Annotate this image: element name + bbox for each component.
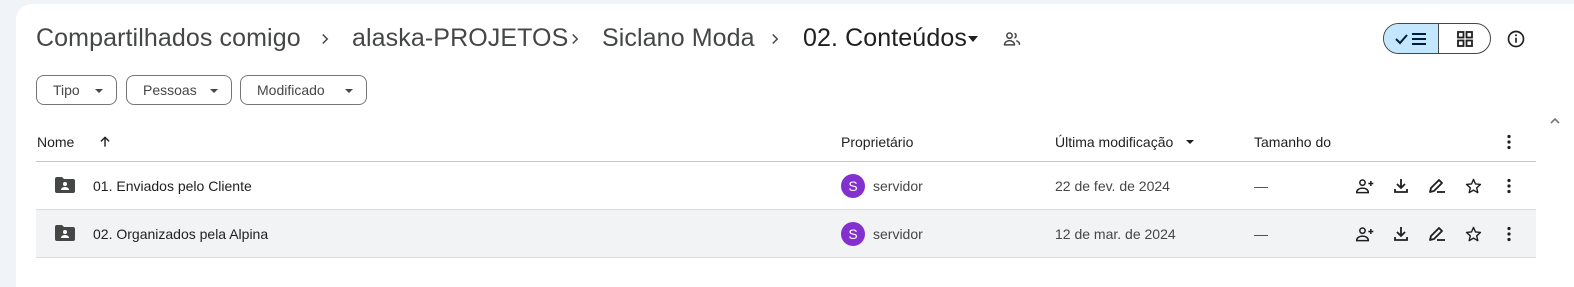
file-size: — [1254, 226, 1268, 242]
rename-button[interactable] [1425, 174, 1449, 198]
caret-down-icon[interactable] [1185, 139, 1195, 145]
filter-people-chip[interactable]: Pessoas [126, 75, 232, 105]
caret-down-icon[interactable] [966, 34, 980, 44]
edit-pencil-icon [1429, 179, 1445, 193]
share-button[interactable] [1353, 174, 1377, 198]
share-button[interactable] [1353, 222, 1377, 246]
caret-down-icon [95, 89, 103, 93]
column-header-owner[interactable]: Proprietário [841, 134, 913, 150]
more-vert-icon [1507, 226, 1511, 242]
table-row[interactable]: 01. Enviados pelo Cliente S servidor 22 … [36, 162, 1536, 210]
download-icon [1394, 179, 1408, 193]
grid-view-button[interactable] [1439, 24, 1490, 53]
file-name[interactable]: 01. Enviados pelo Cliente [93, 178, 252, 194]
column-header-size[interactable]: Tamanho do [1254, 134, 1331, 150]
chevron-right-icon [572, 33, 579, 45]
arrow-up-icon[interactable] [98, 135, 112, 149]
info-icon[interactable] [1506, 29, 1526, 49]
file-name[interactable]: 02. Organizados pela Alpina [93, 226, 268, 242]
file-size: — [1254, 178, 1268, 194]
caret-down-icon [345, 89, 353, 93]
rename-button[interactable] [1425, 222, 1449, 246]
more-actions-button[interactable] [1497, 174, 1521, 198]
edit-pencil-icon [1429, 227, 1445, 241]
breadcrumb-item-client[interactable]: Siclano Moda [602, 24, 755, 53]
shared-people-icon[interactable] [1002, 29, 1022, 49]
owner-name: servidor [873, 226, 923, 242]
download-button[interactable] [1389, 222, 1413, 246]
more-vert-icon [1507, 178, 1511, 194]
column-header-name[interactable]: Nome [37, 134, 74, 150]
modified-date: 12 de mar. de 2024 [1055, 226, 1176, 242]
shared-folder-icon [55, 177, 75, 193]
person-add-icon [1355, 227, 1374, 242]
more-vert-icon[interactable] [1502, 134, 1516, 150]
filter-modified-chip[interactable]: Modificado [240, 75, 367, 105]
download-icon [1394, 227, 1408, 241]
avatar[interactable]: S [841, 174, 865, 198]
modified-date: 22 de fev. de 2024 [1055, 178, 1170, 194]
list-view-button[interactable] [1384, 24, 1439, 53]
column-header-modified[interactable]: Última modificação [1055, 134, 1173, 150]
more-actions-button[interactable] [1497, 222, 1521, 246]
check-list-icon [1395, 32, 1426, 45]
view-toggle [1383, 23, 1491, 54]
scroll-up-icon[interactable] [1549, 117, 1561, 125]
filter-modified-label: Modificado [257, 82, 325, 98]
filter-type-chip[interactable]: Tipo [36, 75, 117, 105]
filter-type-label: Tipo [53, 82, 80, 98]
owner-name: servidor [873, 178, 923, 194]
filter-people-label: Pessoas [143, 82, 197, 98]
shared-folder-icon [55, 225, 75, 241]
avatar[interactable]: S [841, 222, 865, 246]
grid-icon [1457, 30, 1473, 47]
chevron-right-icon [322, 33, 329, 45]
person-add-icon [1355, 179, 1374, 194]
breadcrumb-item-project[interactable]: alaska-PROJETOS [352, 24, 568, 53]
chevron-right-icon [772, 33, 779, 45]
table-row[interactable]: 02. Organizados pela Alpina S servidor 1… [36, 210, 1536, 258]
star-button[interactable] [1461, 222, 1485, 246]
star-icon [1465, 178, 1481, 194]
breadcrumb-item-shared[interactable]: Compartilhados comigo [36, 24, 301, 53]
breadcrumb-current-folder[interactable]: 02. Conteúdos [803, 24, 967, 53]
download-button[interactable] [1389, 174, 1413, 198]
caret-down-icon [210, 89, 218, 93]
star-icon [1465, 226, 1481, 242]
star-button[interactable] [1461, 174, 1485, 198]
